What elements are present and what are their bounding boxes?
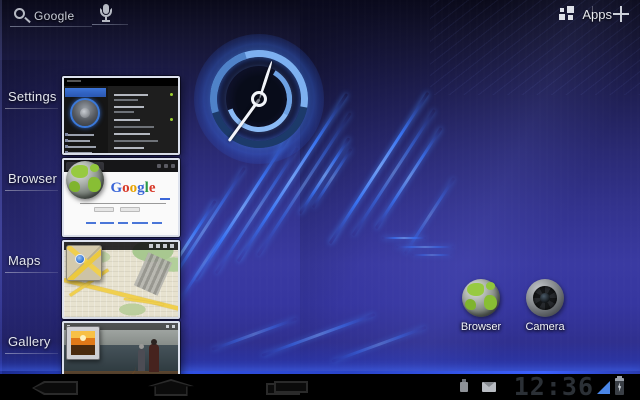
voice-search-button[interactable] xyxy=(99,4,113,24)
status-clock: 12:36 xyxy=(514,372,594,400)
rail-label-maps: Maps xyxy=(8,253,41,268)
search-label: Google xyxy=(34,9,75,23)
rail-rule xyxy=(5,272,58,273)
photo-person xyxy=(149,344,159,372)
home-button[interactable] xyxy=(148,379,194,396)
home-screen: Google Apps Settings xyxy=(0,0,640,400)
apps-button[interactable]: Apps xyxy=(559,4,612,24)
status-area[interactable]: 12:36 xyxy=(444,374,634,400)
thumbnail-maps[interactable] xyxy=(62,240,180,319)
rail-label-gallery: Gallery xyxy=(8,334,51,349)
actionbar-divider xyxy=(592,6,593,22)
camera-lens-icon xyxy=(526,279,564,317)
rail-rule xyxy=(5,190,58,191)
email-notification-icon xyxy=(482,382,496,392)
rail-rule xyxy=(5,108,58,109)
desktop-icon-label: Camera xyxy=(511,321,579,333)
clock-hub xyxy=(251,91,267,107)
plus-icon xyxy=(620,6,622,22)
photo-person xyxy=(138,349,145,371)
browser-globe-icon xyxy=(66,161,104,199)
thumbnail-settings[interactable] xyxy=(62,76,180,155)
rail-label-settings: Settings xyxy=(8,89,57,104)
analog-clock-widget[interactable] xyxy=(202,42,316,156)
mic-underline xyxy=(92,24,128,25)
microphone-icon-arc xyxy=(100,8,112,17)
usb-icon xyxy=(460,382,468,392)
gallery-app-icon xyxy=(66,326,100,360)
search-underline xyxy=(10,26,92,27)
desktop-icon-browser[interactable]: Browser xyxy=(447,279,515,333)
browser-globe-icon xyxy=(462,279,500,317)
search-icon xyxy=(14,8,25,19)
thumbnail-browser[interactable]: Google xyxy=(62,158,180,237)
desktop-icon-camera[interactable]: Camera xyxy=(511,279,579,333)
signal-icon xyxy=(597,381,610,394)
settings-volume-dial xyxy=(70,98,100,128)
desktop-icon-label: Browser xyxy=(447,321,515,333)
maps-app-icon xyxy=(66,245,102,281)
settings-selected-row xyxy=(65,88,106,97)
recent-apps-button[interactable] xyxy=(266,381,310,396)
rail-rule xyxy=(5,353,58,354)
microphone-icon-base xyxy=(102,20,110,22)
wallpaper-left-edge xyxy=(0,0,2,374)
rail-label-browser: Browser xyxy=(8,171,57,186)
back-button[interactable] xyxy=(32,381,78,395)
battery-charging-icon xyxy=(615,378,624,395)
add-widget-button[interactable] xyxy=(610,3,632,25)
settings-preview xyxy=(64,78,178,153)
apps-label: Apps xyxy=(582,7,612,22)
apps-grid-icon xyxy=(559,6,575,22)
